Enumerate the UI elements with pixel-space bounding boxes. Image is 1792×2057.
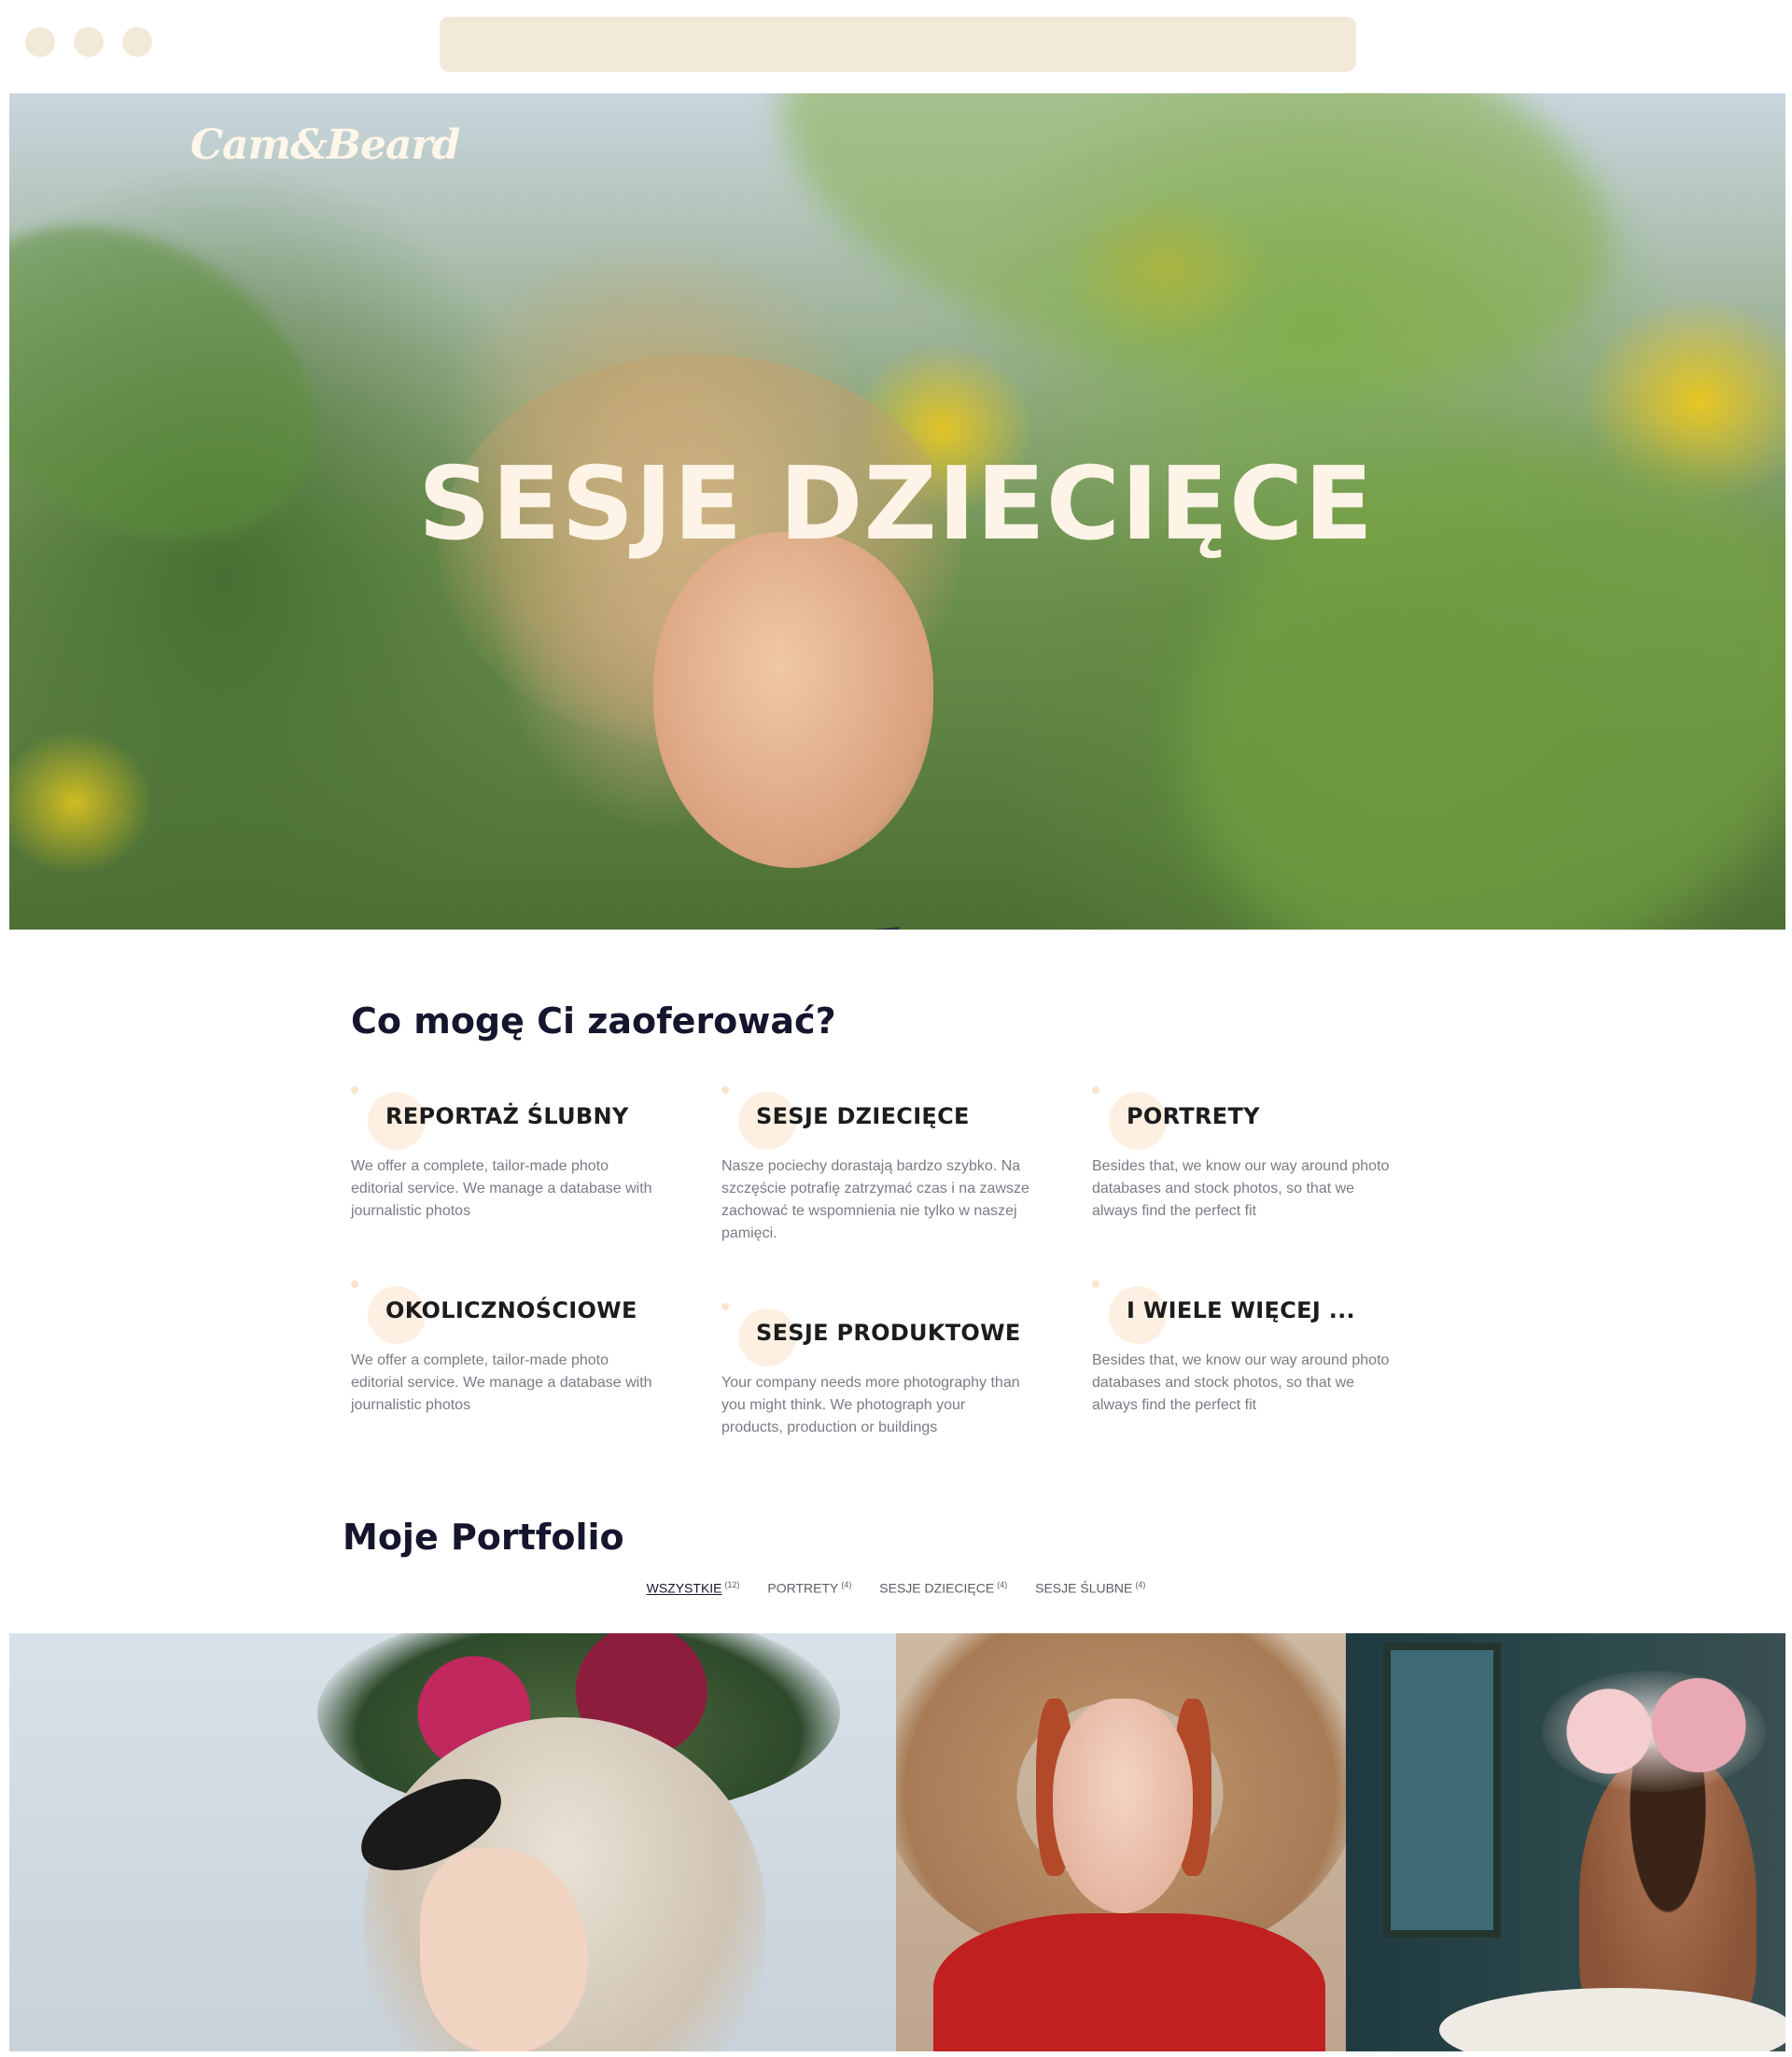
filter-count: (12) <box>724 1580 740 1589</box>
service-description: Your company needs more photography than… <box>721 1375 1020 1435</box>
photo-window <box>1383 1643 1501 1938</box>
service-deco-dot <box>721 1303 729 1310</box>
services-heading: Co mogę Ci zaoferować? <box>351 1001 836 1042</box>
filter-count: (4) <box>997 1580 1008 1589</box>
portfolio-filter-bar: WSZYSTKIE (12) PORTRETY (4) SESJE DZIECIĘC… <box>0 1580 1792 1596</box>
service-description: Besides that, we know our way around pho… <box>1092 1158 1390 1219</box>
site-logo[interactable]: Cam&Beard <box>190 121 460 169</box>
address-bar[interactable] <box>440 17 1356 72</box>
service-title: REPORTAŻ ŚLUBNY <box>385 1103 629 1129</box>
service-deco-dot <box>1092 1280 1099 1288</box>
filter-count: (4) <box>841 1580 852 1589</box>
filter-children[interactable]: SESJE DZIECIĘCE (4) <box>879 1580 1007 1596</box>
filter-portraits[interactable]: PORTRETY (4) <box>767 1580 851 1596</box>
service-card-products[interactable]: SESJE PRODUKTOWE Your company needs more… <box>721 1303 1029 1439</box>
hero-photo-shirt <box>416 927 909 930</box>
service-deco-dot <box>351 1086 358 1094</box>
service-description: Nasze pociechy dorastają bardzo szybko. … <box>721 1158 1029 1241</box>
window-close-dot[interactable] <box>25 27 55 57</box>
service-deco-dot <box>351 1280 358 1288</box>
filter-count: (4) <box>1135 1580 1146 1589</box>
browser-chrome <box>0 0 1792 93</box>
service-card-children[interactable]: SESJE DZIECIĘCE Nasze pociechy dorastają… <box>721 1086 1029 1245</box>
filter-weddings[interactable]: SESJE ŚLUBNE (4) <box>1035 1580 1145 1596</box>
hero-photo-child-face <box>653 532 933 868</box>
window-minimize-dot[interactable] <box>74 27 104 57</box>
portfolio-photo-straw-hat-woman[interactable] <box>896 1633 1346 2051</box>
service-deco-dot <box>721 1086 729 1094</box>
service-card-more[interactable]: I WIELE WIĘCEJ ... Besides that, we know… <box>1092 1280 1400 1417</box>
service-title: I WIELE WIĘCEJ ... <box>1127 1297 1355 1323</box>
service-title: SESJE DZIECIĘCE <box>756 1103 970 1129</box>
portfolio-photo-bathtub-woman[interactable] <box>1346 1633 1785 2051</box>
hero-photo-leaf <box>1106 352 1785 930</box>
filter-label: SESJE DZIECIĘCE <box>879 1580 995 1596</box>
service-title: OKOLICZNOŚCIOWE <box>385 1297 637 1323</box>
hero-photo-leaf <box>743 93 1646 456</box>
photo-face <box>1053 1699 1193 1913</box>
window-maximize-dot[interactable] <box>122 27 152 57</box>
service-card-portraits[interactable]: PORTRETY Besides that, we know our way a… <box>1092 1086 1400 1223</box>
filter-label: SESJE ŚLUBNE <box>1035 1580 1133 1596</box>
filter-label: PORTRETY <box>767 1580 839 1596</box>
service-card-wedding[interactable]: REPORTAŻ ŚLUBNY We offer a complete, tai… <box>351 1086 659 1223</box>
photo-sweater <box>933 1913 1325 2051</box>
portfolio-photo-flower-crown-woman[interactable] <box>9 1633 896 2051</box>
portfolio-gallery <box>9 1633 1785 2051</box>
service-description: Besides that, we know our way around pho… <box>1092 1352 1390 1413</box>
service-description: We offer a complete, tailor-made photo e… <box>351 1158 652 1219</box>
photo-flowers <box>1542 1671 1766 1792</box>
service-title: SESJE PRODUKTOWE <box>756 1320 1021 1346</box>
portfolio-heading: Moje Portfolio <box>343 1517 624 1558</box>
service-card-occasional[interactable]: OKOLICZNOŚCIOWE We offer a complete, tai… <box>351 1280 659 1417</box>
filter-all[interactable]: WSZYSTKIE (12) <box>647 1580 740 1596</box>
service-title: PORTRETY <box>1127 1103 1260 1129</box>
filter-label: WSZYSTKIE <box>646 1580 722 1596</box>
service-deco-dot <box>1092 1086 1099 1094</box>
service-description: We offer a complete, tailor-made photo e… <box>351 1352 652 1413</box>
hero-title: SESJE DZIECIĘCE <box>417 446 1375 563</box>
photo-bathtub <box>1439 1988 1785 2051</box>
